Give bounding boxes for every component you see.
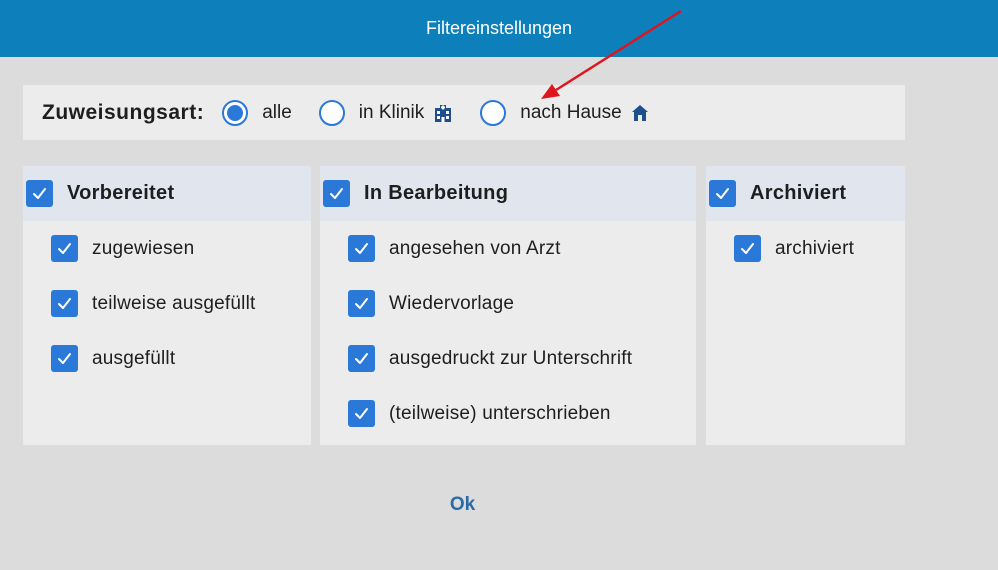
hospital-icon: [433, 103, 453, 123]
radio-option-in-klinik[interactable]: in Klinik: [318, 99, 453, 126]
radio-label-alle: alle: [262, 101, 292, 123]
dialog-title-bar: Filtereinstellungen: [0, 0, 998, 57]
filter-label: (teilweise) unterschrieben: [389, 403, 611, 424]
radio-label-in-klinik: in Klinik: [358, 101, 425, 123]
filter-item-wiedervorlage[interactable]: Wiedervorlage: [320, 290, 696, 345]
checkbox-vorbereitet[interactable]: [26, 180, 53, 207]
checkbox-archiviert[interactable]: [734, 235, 761, 262]
ok-button-container: Ok: [0, 494, 925, 516]
checkbox-in-bearbeitung[interactable]: [323, 180, 350, 207]
filter-label: archiviert: [775, 238, 855, 259]
filter-label: ausgedruckt zur Unterschrift: [389, 348, 633, 369]
assignment-type-label: Zuweisungsart:: [42, 100, 205, 124]
filter-label: teilweise ausgefüllt: [92, 293, 256, 314]
home-icon: [631, 104, 649, 122]
panel-title-in-bearbeitung: In Bearbeitung: [364, 182, 509, 204]
checkbox-teilweise-ausgefuellt[interactable]: [51, 290, 78, 317]
checkbox-wiedervorlage[interactable]: [348, 290, 375, 317]
checkmark-icon: [355, 243, 368, 254]
checkmark-icon: [741, 243, 754, 254]
checkbox-archiviert-group[interactable]: [709, 180, 736, 207]
filter-item-angesehen-von-arzt[interactable]: angesehen von Arzt: [320, 235, 696, 290]
checkmark-icon: [58, 243, 71, 254]
checkmark-icon: [355, 408, 368, 419]
filter-label: ausgefüllt: [92, 348, 176, 369]
checkmark-icon: [33, 188, 46, 199]
checkmark-icon: [355, 353, 368, 364]
radio-label-nach-hause: nach Hause: [520, 101, 622, 123]
filter-label: angesehen von Arzt: [389, 238, 561, 259]
filter-item-teilweise-unterschrieben[interactable]: (teilweise) unterschrieben: [320, 400, 696, 455]
checkmark-icon: [58, 353, 71, 364]
panel-header-archiviert[interactable]: Archiviert: [706, 166, 905, 221]
panel-title-vorbereitet: Vorbereitet: [67, 182, 175, 204]
panel-header-in-bearbeitung[interactable]: In Bearbeitung: [320, 166, 696, 221]
panel-in-bearbeitung: In Bearbeitung angesehen von Arzt Wieder…: [320, 166, 696, 445]
dialog-title: Filtereinstellungen: [425, 18, 573, 38]
checkbox-angesehen-von-arzt[interactable]: [348, 235, 375, 262]
filter-item-ausgefuellt[interactable]: ausgefüllt: [23, 345, 311, 400]
panel-header-vorbereitet[interactable]: Vorbereitet: [23, 166, 311, 221]
filter-item-zugewiesen[interactable]: zugewiesen: [23, 235, 311, 290]
filter-item-archiviert[interactable]: archiviert: [706, 235, 905, 290]
checkbox-teilweise-unterschrieben[interactable]: [348, 400, 375, 427]
checkmark-icon: [716, 188, 729, 199]
radio-button-nach-hause[interactable]: [480, 99, 507, 126]
checkbox-ausgefuellt[interactable]: [51, 345, 78, 372]
assignment-type-bar: Zuweisungsart: alle in Klinik nach Hause: [23, 85, 905, 140]
ok-button[interactable]: Ok: [440, 490, 485, 519]
checkbox-ausgedruckt-zur-unterschrift[interactable]: [348, 345, 375, 372]
filter-item-ausgedruckt-zur-unterschrift[interactable]: ausgedruckt zur Unterschrift: [320, 345, 696, 400]
radio-option-alle[interactable]: alle: [222, 99, 292, 126]
filter-label: Wiedervorlage: [389, 293, 515, 314]
radio-option-nach-hause[interactable]: nach Hause: [480, 99, 649, 126]
panel-title-archiviert: Archiviert: [750, 182, 847, 204]
checkbox-zugewiesen[interactable]: [51, 235, 78, 262]
checkmark-icon: [355, 298, 368, 309]
checkmark-icon: [58, 298, 71, 309]
radio-button-alle[interactable]: [222, 99, 249, 126]
filter-item-teilweise-ausgefuellt[interactable]: teilweise ausgefüllt: [23, 290, 311, 345]
radio-button-in-klinik[interactable]: [318, 99, 345, 126]
panel-vorbereitet: Vorbereitet zugewiesen teilweise ausgefü…: [23, 166, 311, 445]
checkmark-icon: [330, 188, 343, 199]
filter-label: zugewiesen: [92, 238, 195, 259]
panel-archiviert: Archiviert archiviert: [706, 166, 905, 445]
